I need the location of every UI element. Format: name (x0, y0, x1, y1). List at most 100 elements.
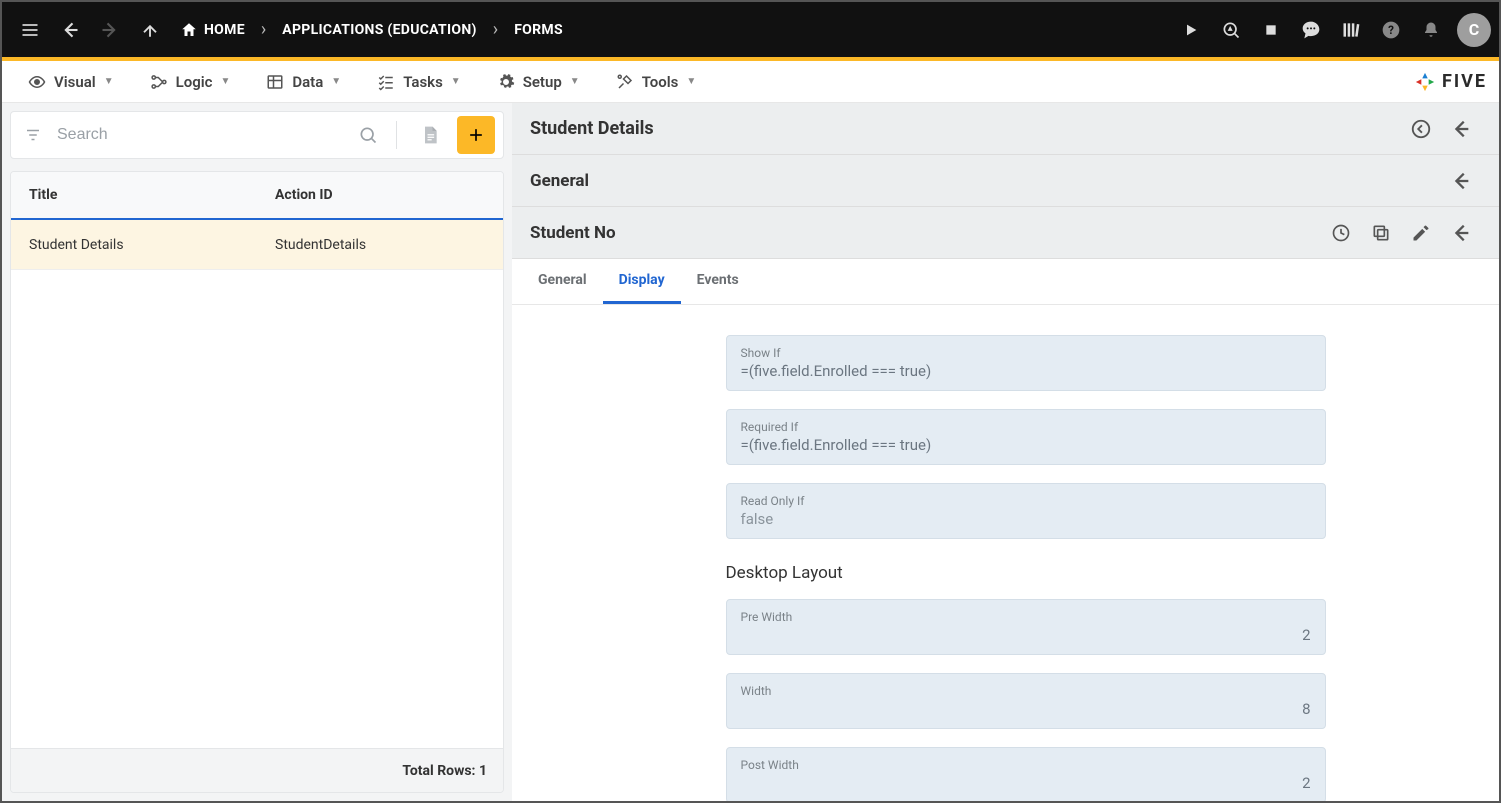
brand-text: FIVE (1442, 71, 1487, 92)
section-title: General (530, 171, 1441, 191)
form-scroll-area: Show If =(five.field.Enrolled === true) … (512, 305, 1499, 801)
menu-label: Visual (54, 73, 96, 91)
menu-logic[interactable]: Logic▼ (132, 73, 249, 91)
filter-icon[interactable] (19, 121, 47, 149)
bell-icon[interactable] (1411, 10, 1451, 50)
tab-general[interactable]: General (522, 259, 603, 304)
field-label: Post Width (741, 758, 1311, 772)
add-button[interactable] (457, 116, 495, 154)
chevron-down-icon: ▼ (104, 76, 114, 87)
search-input[interactable] (55, 125, 346, 145)
menu-data[interactable]: Data▼ (248, 73, 359, 91)
back-arrow-icon[interactable] (1441, 213, 1481, 253)
section-title: Student Details (530, 118, 1401, 139)
menu-label: Setup (523, 73, 562, 91)
field-label: Show If (741, 346, 1311, 360)
menubar: Visual▼ Logic▼ Data▼ Tasks▼ Setup▼ Tools… (2, 61, 1499, 103)
form-area[interactable]: Show If =(five.field.Enrolled === true) … (512, 305, 1499, 801)
desktop-layout-title: Desktop Layout (726, 563, 1326, 583)
logic-icon (150, 73, 168, 91)
grid-header: Title Action ID (11, 172, 503, 220)
help-icon[interactable]: ? (1371, 10, 1411, 50)
menu-label: Data (292, 73, 323, 91)
chevron-down-icon: ▼ (686, 76, 696, 87)
field-label: Required If (741, 420, 1311, 434)
play-icon[interactable] (1171, 10, 1211, 50)
app-root: HOME › APPLICATIONS (EDUCATION) › FORMS … (0, 0, 1501, 803)
inspect-icon[interactable] (1211, 10, 1251, 50)
tools-icon (616, 73, 634, 91)
breadcrumb-forms[interactable]: FORMS (504, 22, 573, 38)
breadcrumb-applications[interactable]: APPLICATIONS (EDUCATION) (272, 22, 487, 38)
field-pre-width[interactable]: Pre Width 2 (726, 599, 1326, 655)
body-split: Title Action ID Student Details StudentD… (2, 103, 1499, 801)
menu-setup[interactable]: Setup▼ (479, 73, 598, 91)
nav-forward-icon (90, 10, 130, 50)
eye-icon (28, 73, 46, 91)
field-post-width[interactable]: Post Width 2 (726, 747, 1326, 801)
field-width[interactable]: Width 8 (726, 673, 1326, 729)
cell-title: Student Details (11, 237, 257, 253)
avatar-letter: C (1469, 20, 1479, 39)
chat-icon[interactable] (1291, 10, 1331, 50)
back-arrow-icon[interactable] (1441, 109, 1481, 149)
left-panel: Title Action ID Student Details StudentD… (2, 103, 512, 801)
section-header-3: Student No (512, 207, 1499, 259)
brand: FIVE (1414, 71, 1487, 93)
field-value: =(five.field.Enrolled === true) (741, 362, 1311, 382)
col-header-action-id[interactable]: Action ID (257, 187, 503, 203)
menu-label: Tools (642, 73, 679, 91)
right-panel: Student Details General Student No (512, 103, 1499, 801)
field-value: 2 (741, 626, 1311, 646)
field-value: 8 (741, 700, 1311, 720)
gear-icon (497, 73, 515, 91)
section-header-1: Student Details (512, 103, 1499, 155)
field-value: =(five.field.Enrolled === true) (741, 436, 1311, 456)
table-row[interactable]: Student Details StudentDetails (11, 220, 503, 270)
tab-events[interactable]: Events (681, 259, 755, 304)
tab-display[interactable]: Display (603, 259, 681, 304)
breadcrumb-home[interactable]: HOME (170, 21, 255, 39)
breadcrumb-label: HOME (204, 22, 245, 38)
field-show-if[interactable]: Show If =(five.field.Enrolled === true) (726, 335, 1326, 391)
total-rows-label: Total Rows: 1 (402, 763, 487, 779)
col-header-title[interactable]: Title (11, 187, 257, 203)
divider (396, 121, 397, 149)
back-arrow-icon[interactable] (1441, 161, 1481, 201)
menu-visual[interactable]: Visual ▼ (10, 73, 132, 91)
search-icon[interactable] (354, 121, 382, 149)
document-button[interactable] (411, 116, 449, 154)
field-read-only-if[interactable]: Read Only If false (726, 483, 1326, 539)
chevron-right-icon: › (487, 19, 504, 40)
history-icon[interactable] (1321, 213, 1361, 253)
stop-icon[interactable] (1251, 10, 1291, 50)
revert-icon[interactable] (1401, 109, 1441, 149)
menu-label: Logic (176, 73, 213, 91)
field-value: 2 (741, 774, 1311, 794)
edit-icon[interactable] (1401, 213, 1441, 253)
field-required-if[interactable]: Required If =(five.field.Enrolled === tr… (726, 409, 1326, 465)
menu-tools[interactable]: Tools ▼ (598, 73, 715, 91)
svg-text:?: ? (1388, 23, 1394, 37)
searchbar (10, 111, 504, 159)
breadcrumb-label: APPLICATIONS (EDUCATION) (282, 22, 477, 38)
chevron-down-icon: ▼ (451, 76, 461, 87)
cell-action-id: StudentDetails (257, 237, 503, 253)
menu-tasks[interactable]: Tasks ▼ (359, 73, 479, 91)
chevron-right-icon: › (255, 19, 272, 40)
field-placeholder: false (741, 510, 1311, 530)
section-header-2: General (512, 155, 1499, 207)
checklist-icon (377, 73, 395, 91)
nav-up-icon[interactable] (130, 10, 170, 50)
user-avatar[interactable]: C (1457, 13, 1491, 47)
hamburger-icon[interactable] (10, 10, 50, 50)
copy-icon[interactable] (1361, 213, 1401, 253)
brand-logo-icon (1414, 71, 1436, 93)
nav-back-icon[interactable] (50, 10, 90, 50)
menu-label: Tasks (403, 73, 443, 91)
tabs: General Display Events (512, 259, 1499, 305)
topbar: HOME › APPLICATIONS (EDUCATION) › FORMS … (2, 2, 1499, 57)
list-grid: Title Action ID Student Details StudentD… (10, 171, 504, 793)
library-icon[interactable] (1331, 10, 1371, 50)
grid-footer: Total Rows: 1 (11, 748, 503, 792)
